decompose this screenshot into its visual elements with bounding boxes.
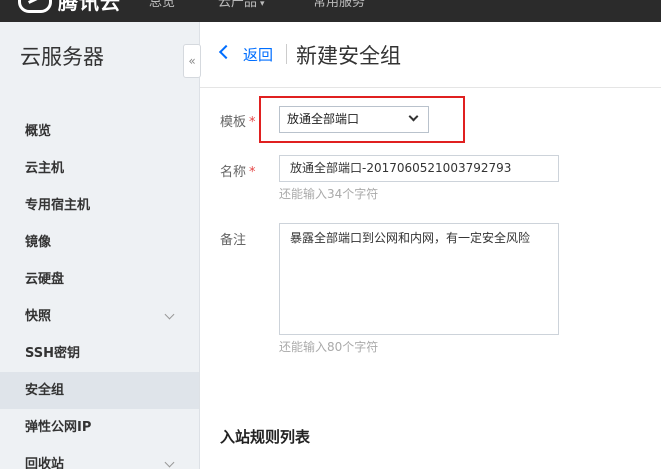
sidebar-item-overview[interactable]: 概览 [0,113,199,150]
sidebar-item-images[interactable]: 镜像 [0,224,199,261]
top-navbar: 腾讯云 总览 云产品 ▾ 常用服务 [0,0,661,22]
name-char-hint: 还能输入34个字符 [279,187,379,201]
sidebar-item-label: 快照 [25,309,52,324]
sidebar-item-instances[interactable]: 云主机 [0,150,199,187]
brand-logo[interactable]: 腾讯云 [18,0,121,15]
back-link[interactable]: 返回 [243,44,273,65]
double-chevron-left-icon: « [188,54,196,68]
sidebar-item-label: 概览 [25,124,52,139]
caret-down-icon: ▾ [260,0,265,9]
name-input-value: 放通全部端口-2017060521003792793 [290,161,512,175]
sidebar-item-recycle-bin[interactable]: 回收站 [0,446,199,469]
sidebar-item-label: 回收站 [25,457,65,469]
nav-common-services[interactable]: 常用服务 [313,0,365,10]
name-label-text: 名称 [220,165,247,180]
chevron-down-icon [164,457,175,468]
header-divider [286,44,287,64]
back-arrow-icon[interactable] [218,44,234,60]
remark-textarea-value: 暴露全部端口到公网和内网，有一定安全风险 [290,231,531,245]
sidebar-menu: 概览 云主机 专用宿主机 镜像 云硬盘 快照 SSH密钥 安全组 弹性公网IP … [0,113,199,469]
remark-label: 备注 [220,233,247,248]
sidebar-item-label: 镜像 [25,235,52,250]
sidebar-item-cloud-disks[interactable]: 云硬盘 [0,261,199,298]
sidebar-item-dedicated-hosts[interactable]: 专用宿主机 [0,187,199,224]
name-label: 名称 * [220,161,256,180]
nav-common-services-label: 常用服务 [313,0,366,10]
nav-products[interactable]: 云产品 ▾ [218,0,265,10]
template-select-value: 放通全部端口 [287,112,360,126]
chevron-down-icon [408,111,419,122]
nav-products-label: 云产品 [218,0,258,10]
sidebar-item-label: 安全组 [25,383,65,398]
remark-char-hint: 还能输入80个字符 [279,340,379,354]
template-label: 模板 * [220,111,256,130]
brand-name: 腾讯云 [58,0,121,14]
sidebar-item-security-groups[interactable]: 安全组 [0,372,199,409]
sidebar-item-elastic-ip[interactable]: 弹性公网IP [0,409,199,446]
sidebar-item-ssh-keys[interactable]: SSH密钥 [0,335,199,372]
cloud-logo-icon [18,0,52,13]
name-input[interactable]: 放通全部端口-2017060521003792793 [279,155,559,182]
sidebar-item-label: 专用宿主机 [25,198,91,213]
sidebar-item-label: 云硬盘 [25,272,65,287]
template-label-text: 模板 [220,115,247,130]
sidebar: 云服务器 « 概览 云主机 专用宿主机 镜像 云硬盘 快照 SSH密钥 安全组 … [0,22,201,469]
remark-textarea[interactable]: 暴露全部端口到公网和内网，有一定安全风险 [279,223,559,335]
template-select[interactable]: 放通全部端口 [279,106,429,133]
sidebar-item-snapshots[interactable]: 快照 [0,298,199,335]
page-title: 新建安全组 [296,44,401,68]
inbound-rules-title: 入站规则列表 [220,428,311,446]
sidebar-item-label: 云主机 [25,161,65,176]
nav-overview[interactable]: 总览 [149,0,175,10]
required-mark: * [249,165,256,180]
page-header: 返回 新建安全组 [200,22,661,88]
collapse-sidebar-button[interactable]: « [183,44,201,78]
sidebar-item-label: SSH密钥 [25,346,81,361]
sidebar-item-label: 弹性公网IP [25,420,92,435]
required-mark: * [249,115,256,130]
chevron-down-icon [164,309,175,320]
nav-overview-label: 总览 [149,0,176,10]
sidebar-title: 云服务器 [20,45,104,69]
